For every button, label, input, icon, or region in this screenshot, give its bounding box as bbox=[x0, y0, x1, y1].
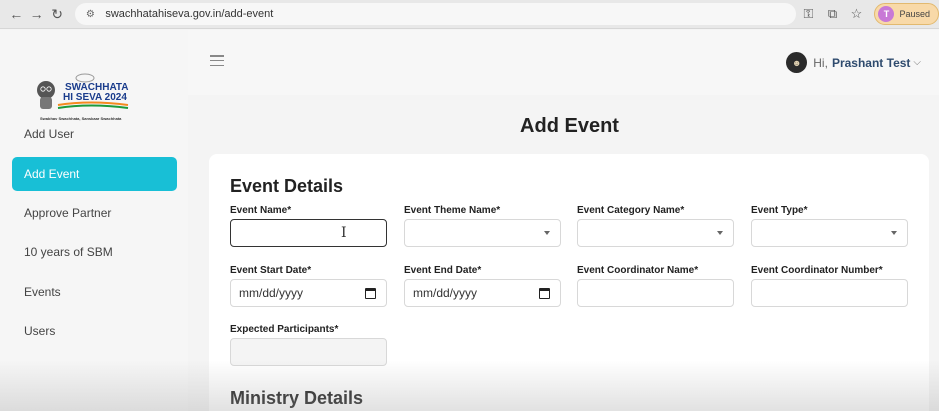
sidebar-item-label: Add User bbox=[24, 127, 75, 141]
sidebar-item-label: Events bbox=[24, 285, 61, 299]
label-expected-participants: Expected Participants* bbox=[230, 324, 339, 335]
browser-toolbar: ← → ↻ ⚙ swachhatahiseva.gov.in/add-event… bbox=[0, 0, 939, 29]
label-event-category-name: Event Category Name* bbox=[577, 205, 685, 216]
sidebar-item-approve-partner[interactable]: Approve Partner bbox=[12, 196, 177, 230]
event-name-input[interactable]: I bbox=[230, 219, 387, 247]
sidebar-item-label: 10 years of SBM bbox=[24, 245, 113, 259]
calendar-icon[interactable] bbox=[365, 288, 376, 299]
sidebar-item-label: Approve Partner bbox=[24, 206, 112, 220]
chevron-down-icon: ⌵ bbox=[913, 57, 921, 68]
star-icon[interactable]: ☆ bbox=[844, 3, 868, 25]
label-event-end-date: Event End Date* bbox=[404, 265, 482, 276]
sidebar-item-events[interactable]: Events bbox=[12, 275, 177, 309]
greeting-text: Hi, bbox=[813, 55, 828, 70]
hamburger-menu-icon[interactable] bbox=[210, 55, 224, 66]
sidebar: SWACHHATA HI SEVA 2024 Swabhav Swachhata… bbox=[0, 30, 188, 411]
top-header: ☻ Hi, Prashant Test ⌵ bbox=[188, 30, 939, 95]
page-title: Add Event bbox=[520, 115, 619, 137]
label-event-coordinator-name: Event Coordinator Name* bbox=[577, 265, 699, 276]
profile-avatar: T bbox=[878, 6, 895, 22]
user-menu[interactable]: ☻ Hi, Prashant Test ⌵ bbox=[786, 52, 921, 73]
expected-participants-input[interactable] bbox=[230, 338, 387, 366]
sidebar-item-users[interactable]: Users bbox=[12, 314, 177, 348]
site-settings-icon[interactable]: ⚙ bbox=[83, 7, 97, 21]
sidebar-item-label: Users bbox=[24, 324, 56, 338]
event-type-select[interactable] bbox=[751, 219, 908, 247]
paused-label: Paused bbox=[899, 9, 930, 19]
event-theme-name-select[interactable] bbox=[404, 219, 561, 247]
label-event-coordinator-number: Event Coordinator Number* bbox=[751, 265, 883, 276]
text-cursor-icon: I bbox=[341, 225, 347, 241]
event-coordinator-number-input[interactable] bbox=[751, 279, 908, 307]
url-text: swachhatahiseva.gov.in/add-event bbox=[105, 8, 274, 20]
label-event-theme-name: Event Theme Name* bbox=[404, 205, 501, 216]
event-coordinator-name-input[interactable] bbox=[577, 279, 734, 307]
user-avatar: ☻ bbox=[786, 52, 808, 73]
profile-paused-button[interactable]: T Paused bbox=[874, 3, 939, 25]
forward-arrow-icon[interactable]: → bbox=[26, 3, 46, 25]
event-end-date-input[interactable]: mm/dd/yyyy bbox=[404, 279, 561, 307]
start-date-placeholder: mm/dd/yyyy bbox=[239, 286, 304, 300]
key-icon[interactable]: ⚿ bbox=[796, 3, 820, 25]
section-title-event-details: Event Details bbox=[230, 176, 344, 196]
label-event-name: Event Name* bbox=[230, 205, 292, 216]
sidebar-item-add-user[interactable]: Add User bbox=[12, 117, 177, 151]
sidebar-item-label: Add Event bbox=[24, 167, 80, 181]
sidebar-item-add-event[interactable]: Add Event bbox=[12, 157, 177, 191]
dropdown-arrow-icon bbox=[544, 231, 550, 235]
back-arrow-icon[interactable]: ← bbox=[6, 3, 26, 25]
calendar-icon[interactable] bbox=[539, 288, 550, 299]
user-name: Prashant Test bbox=[831, 55, 911, 70]
section-title-ministry-details: Ministry Details bbox=[230, 388, 364, 408]
event-category-name-select[interactable] bbox=[577, 219, 734, 247]
label-event-type: Event Type* bbox=[751, 205, 808, 216]
label-event-start-date: Event Start Date* bbox=[230, 265, 312, 276]
reload-icon[interactable]: ↻ bbox=[47, 3, 67, 25]
event-start-date-input[interactable]: mm/dd/yyyy bbox=[230, 279, 387, 307]
dropdown-arrow-icon bbox=[717, 231, 723, 235]
end-date-placeholder: mm/dd/yyyy bbox=[413, 286, 478, 300]
event-form-card: Event Details Event Name* I Event Theme … bbox=[209, 154, 929, 411]
dropdown-arrow-icon bbox=[891, 231, 897, 235]
cast-icon[interactable]: ⧉ bbox=[820, 3, 844, 25]
logo-graphic: SWACHHATA HI SEVA 2024 bbox=[37, 73, 129, 109]
sidebar-item-10-years-of-sbm[interactable]: 10 years of SBM bbox=[12, 235, 177, 269]
logo-line2: HI SEVA 2024 bbox=[63, 92, 127, 103]
address-bar[interactable]: ⚙ swachhatahiseva.gov.in/add-event bbox=[75, 3, 797, 25]
